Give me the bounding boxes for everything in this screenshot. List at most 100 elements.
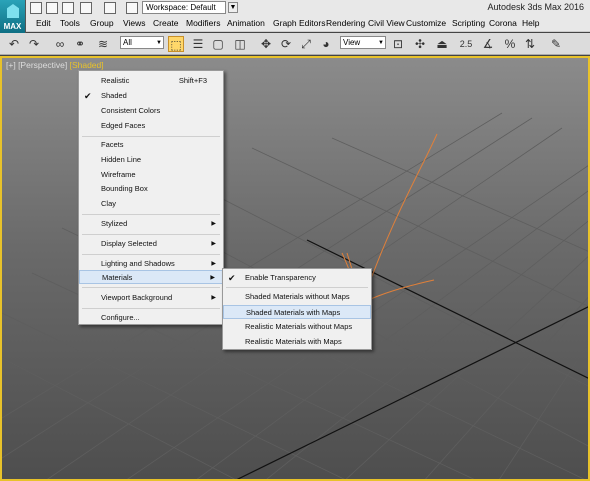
menu-item-label: Facets <box>101 140 124 149</box>
menu-item-wireframe[interactable]: Wireframe <box>79 168 223 182</box>
menu-scripting[interactable]: Scripting <box>452 18 485 28</box>
selection-filter-select[interactable]: All ▼ <box>120 36 164 49</box>
menu-item-facets[interactable]: Facets <box>79 138 223 152</box>
menu-separator <box>226 287 368 288</box>
unlink-icon[interactable]: ⚭ <box>72 36 88 52</box>
redo-icon[interactable]: ↷ <box>26 36 42 52</box>
redo-icon[interactable] <box>104 2 116 14</box>
menu-item-label: Consistent Colors <box>101 106 161 115</box>
menu-help[interactable]: Help <box>522 18 539 28</box>
new-scene-icon[interactable] <box>30 2 42 14</box>
menu-item-consistent-colors[interactable]: Consistent Colors <box>79 104 223 118</box>
menu-item-display-selected[interactable]: Display Selected ▶ <box>79 237 223 251</box>
menu-views[interactable]: Views <box>123 18 146 28</box>
select-and-link-icon[interactable]: ∞ <box>52 36 68 52</box>
menu-modifiers[interactable]: Modifiers <box>186 18 220 28</box>
select-and-manipulate-icon[interactable]: ✣ <box>412 36 428 52</box>
menu-customize[interactable]: Customize <box>406 18 446 28</box>
menu-item-label: Shaded Materials with Maps <box>246 308 341 317</box>
menu-item-viewport-background[interactable]: Viewport Background ▶ <box>79 291 223 305</box>
select-and-scale-icon[interactable]: ⤢ <box>298 36 314 52</box>
menu-civil-view[interactable]: Civil View <box>368 18 405 28</box>
undo-icon[interactable]: ↶ <box>6 36 22 52</box>
spinner-snap-icon[interactable]: ⇅ <box>522 36 538 52</box>
snaps-toggle-icon[interactable]: 2.5 <box>458 36 474 52</box>
viewport-label[interactable]: [+] [Perspective] [Shaded] <box>6 60 104 70</box>
dropdown-arrow-icon: ▼ <box>378 40 384 46</box>
menu-item-lighting-and-shadows[interactable]: Lighting and Shadows ▶ <box>79 257 223 271</box>
menu-item-configure[interactable]: Configure... <box>79 311 223 325</box>
menu-item-shaded[interactable]: ✔ Shaded <box>79 89 223 103</box>
menu-item-label: Enable Transparency <box>245 273 316 282</box>
menu-item-materials[interactable]: Materials ▶ <box>79 270 223 284</box>
max-logo-icon <box>7 4 19 18</box>
viewport-point-of-view-menu[interactable]: [Perspective] <box>18 60 67 70</box>
checkmark-icon: ✔ <box>228 273 236 283</box>
window-crossing-icon[interactable]: ◫ <box>232 36 248 52</box>
menu-item-shaded-materials-with-maps[interactable]: Shaded Materials with Maps <box>223 305 371 319</box>
select-and-move-icon[interactable]: ✥ <box>258 36 274 52</box>
menu-create[interactable]: Create <box>153 18 179 28</box>
open-file-icon[interactable] <box>46 2 58 14</box>
select-and-place-icon[interactable]: ◕ <box>318 36 334 52</box>
submenu-arrow-icon: ▶ <box>211 221 216 227</box>
select-by-name-icon[interactable]: ☰ <box>190 36 206 52</box>
menu-animation[interactable]: Animation <box>227 18 265 28</box>
viewport-general-menu[interactable]: [+] <box>6 60 16 70</box>
menu-item-label: Stylized <box>101 219 128 228</box>
menu-graph-editors[interactable]: Graph Editors <box>273 18 325 28</box>
angle-snap-icon[interactable]: ∡ <box>480 36 496 52</box>
select-object-icon[interactable]: ⬚ <box>168 36 184 52</box>
submenu-arrow-icon: ▶ <box>211 241 216 247</box>
menu-separator <box>82 214 220 215</box>
menu-item-bounding-box[interactable]: Bounding Box <box>79 182 223 196</box>
selection-region-icon[interactable]: ▢ <box>210 36 226 52</box>
menu-item-label: Bounding Box <box>101 184 148 193</box>
menu-item-label: Display Selected <box>101 239 157 248</box>
workspace-dropdown-icon[interactable]: ▼ <box>228 2 238 13</box>
app-title: Autodesk 3ds Max 2016 <box>487 2 584 12</box>
materials-submenu: ✔ Enable Transparency Shaded Materials w… <box>222 268 372 350</box>
bind-to-space-warp-icon[interactable]: ≋ <box>95 36 111 52</box>
project-folder-icon[interactable] <box>126 2 138 14</box>
menu-item-edged-faces[interactable]: Edged Faces <box>79 119 223 133</box>
percent-snap-icon[interactable]: % <box>502 36 518 52</box>
menu-item-realistic-materials-without-maps[interactable]: Realistic Materials without Maps <box>223 320 371 334</box>
menu-group[interactable]: Group <box>90 18 114 28</box>
menu-separator <box>82 234 220 235</box>
menu-rendering[interactable]: Rendering <box>326 18 365 28</box>
menu-item-label: Realistic Materials without Maps <box>245 322 353 331</box>
menu-item-label: Materials <box>102 273 133 282</box>
menu-item-label: Configure... <box>101 313 140 322</box>
menu-item-clay[interactable]: Clay <box>79 197 223 211</box>
menu-item-hidden-line[interactable]: Hidden Line <box>79 153 223 167</box>
menu-item-label: Shaded <box>101 91 127 100</box>
menu-item-realistic-materials-with-maps[interactable]: Realistic Materials with Maps <box>223 335 371 349</box>
menu-tools[interactable]: Tools <box>60 18 80 28</box>
select-and-rotate-icon[interactable]: ⟳ <box>278 36 294 52</box>
undo-icon[interactable] <box>80 2 92 14</box>
menu-item-shaded-materials-without-maps[interactable]: Shaded Materials without Maps <box>223 290 371 304</box>
workspace-selector[interactable]: Workspace: Default <box>142 1 226 14</box>
reference-coordinate-value: View <box>343 38 361 47</box>
menu-item-label: Viewport Background <box>101 293 173 302</box>
menu-item-shortcut: Shift+F3 <box>178 76 207 85</box>
menu-item-label: Realistic <box>101 76 130 85</box>
viewport-shading-menu[interactable]: [Shaded] <box>70 60 104 70</box>
menu-separator <box>82 287 220 288</box>
reference-coordinate-select[interactable]: View ▼ <box>340 36 386 49</box>
pivot-center-icon[interactable]: ⊡ <box>390 36 406 52</box>
menu-item-stylized[interactable]: Stylized ▶ <box>79 217 223 231</box>
edit-named-selection-icon[interactable]: ✎ <box>548 36 564 52</box>
dropdown-arrow-icon: ▼ <box>156 40 162 46</box>
application-menu-button[interactable]: MAX <box>0 0 26 33</box>
max-button-label: MAX <box>3 22 22 31</box>
menu-item-realistic[interactable]: Realistic Shift+F3 <box>79 74 223 88</box>
shading-context-menu: Realistic Shift+F3 ✔ Shaded Consistent C… <box>78 70 224 325</box>
menu-corona[interactable]: Corona <box>489 18 517 28</box>
keyboard-shortcut-override-icon[interactable]: ⏏ <box>434 36 450 52</box>
menu-edit[interactable]: Edit <box>36 18 51 28</box>
menu-item-label: Hidden Line <box>101 155 142 164</box>
save-file-icon[interactable] <box>62 2 74 14</box>
menu-item-enable-transparency[interactable]: ✔ Enable Transparency <box>223 271 371 285</box>
